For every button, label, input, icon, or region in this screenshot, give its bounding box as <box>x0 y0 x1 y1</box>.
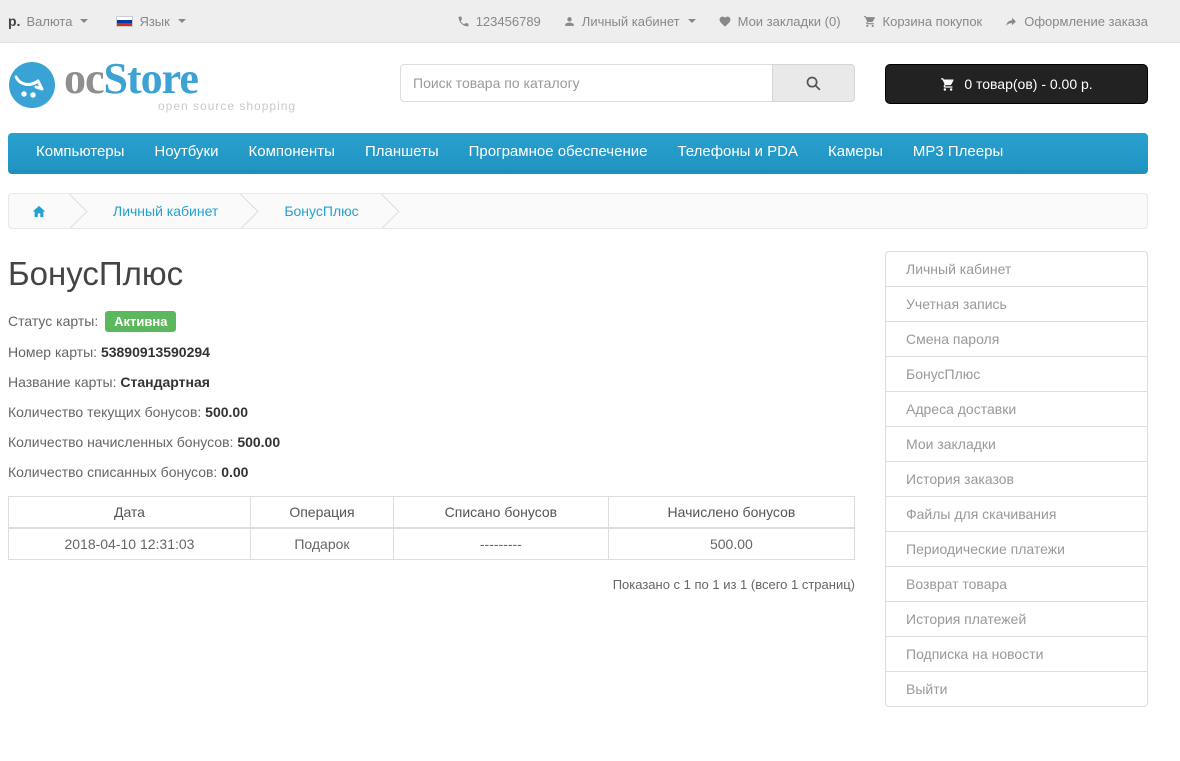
cart-total-label: 0 товар(ов) - 0.00 р. <box>964 76 1092 92</box>
share-arrow-icon <box>1004 15 1018 28</box>
sidebar-item-addresses[interactable]: Адреса доставки <box>885 391 1148 427</box>
card-number-line: Номер карты: 53890913590294 <box>8 342 855 362</box>
russian-flag-icon <box>116 16 133 27</box>
cell-operation: Подарок <box>250 528 393 560</box>
table-header-row: Дата Операция Списано бонусов Начислено … <box>9 497 855 529</box>
main-content: БонусПлюс Статус карты: Активна Номер ка… <box>8 229 855 592</box>
card-name-value: Стандартная <box>120 374 210 390</box>
breadcrumb-account[interactable]: Личный кабинет <box>91 194 240 228</box>
main-menu: Компьютеры Ноутбуки Компоненты Планшеты … <box>0 133 1180 174</box>
logo-text: ocStore <box>64 57 296 101</box>
home-icon <box>31 204 47 219</box>
currency-symbol: р. <box>8 13 20 29</box>
cart-link[interactable]: Корзина покупок <box>863 14 983 29</box>
menu-item-components[interactable]: Компоненты <box>234 133 350 170</box>
pagination-summary: Показано с 1 по 1 из 1 (всего 1 страниц) <box>8 577 855 592</box>
search-button[interactable] <box>772 64 855 102</box>
cart-icon <box>863 15 877 28</box>
menu-item-laptops[interactable]: Ноутбуки <box>139 133 233 170</box>
search-bar <box>400 64 855 102</box>
sidebar-item-password[interactable]: Смена пароля <box>885 321 1148 357</box>
account-dropdown[interactable]: Личный кабинет <box>563 14 696 29</box>
card-name-line: Название карты: Стандартная <box>8 372 855 392</box>
bonus-history-table: Дата Операция Списано бонусов Начислено … <box>8 496 855 560</box>
table-row: 2018-04-10 12:31:03 Подарок --------- 50… <box>9 528 855 560</box>
phone-number: 123456789 <box>457 14 541 29</box>
menu-item-cameras[interactable]: Камеры <box>813 133 898 170</box>
cell-spent: --------- <box>393 528 608 560</box>
col-header-operation: Операция <box>250 497 393 529</box>
sidebar-item-wishlist[interactable]: Мои закладки <box>885 426 1148 462</box>
accrued-bonus-value: 500.00 <box>237 434 280 450</box>
col-header-date: Дата <box>9 497 251 529</box>
cart-total-button[interactable]: 0 товар(ов) - 0.00 р. <box>885 64 1148 104</box>
user-icon <box>563 15 576 28</box>
checkout-link[interactable]: Оформление заказа <box>1004 14 1148 29</box>
sidebar-item-returns[interactable]: Возврат товара <box>885 566 1148 602</box>
sidebar-item-bonusplus[interactable]: БонусПлюс <box>885 356 1148 392</box>
sidebar-item-recurring[interactable]: Периодические платежи <box>885 531 1148 567</box>
heart-icon <box>718 15 732 28</box>
menu-item-computers[interactable]: Компьютеры <box>21 133 139 170</box>
language-dropdown[interactable]: Язык <box>116 14 185 29</box>
spent-bonus-line: Количество списанных бонусов: 0.00 <box>8 462 855 482</box>
accrued-bonus-line: Количество начисленных бонусов: 500.00 <box>8 432 855 452</box>
wishlist-link[interactable]: Мои закладки (0) <box>718 14 841 29</box>
current-bonus-value: 500.00 <box>205 404 248 420</box>
cell-accrued: 500.00 <box>608 528 854 560</box>
cell-date: 2018-04-10 12:31:03 <box>9 528 251 560</box>
menu-item-phones[interactable]: Телефоны и PDA <box>662 133 813 170</box>
breadcrumb: Личный кабинет БонусПлюс <box>8 193 1148 229</box>
search-icon <box>805 75 822 92</box>
currency-dropdown[interactable]: р. Валюта <box>8 13 88 29</box>
top-bar: р. Валюта Язык 123456789 Личный кабинет <box>0 0 1180 43</box>
breadcrumb-separator <box>240 194 262 228</box>
sidebar-item-newsletter[interactable]: Подписка на новости <box>885 636 1148 672</box>
topbar-right: 123456789 Личный кабинет Мои закладки (0… <box>457 14 1148 29</box>
spent-bonus-value: 0.00 <box>221 464 248 480</box>
chevron-down-icon <box>688 19 696 23</box>
breadcrumb-separator <box>381 194 403 228</box>
sidebar-item-logout[interactable]: Выйти <box>885 671 1148 707</box>
chevron-down-icon <box>80 19 88 23</box>
topbar-left: р. Валюта Язык <box>8 13 186 29</box>
store-logo[interactable]: ocStore open source shopping <box>8 57 400 113</box>
menu-item-mp3[interactable]: MP3 Плееры <box>898 133 1018 170</box>
breadcrumb-separator <box>69 194 91 228</box>
status-badge: Активна <box>105 311 176 332</box>
current-bonus-line: Количество текущих бонусов: 500.00 <box>8 402 855 422</box>
chevron-down-icon <box>178 19 186 23</box>
menu-item-software[interactable]: Програмное обеспечение <box>454 133 663 170</box>
logo-tagline: open source shopping <box>158 99 296 113</box>
menu-item-tablets[interactable]: Планшеты <box>350 133 454 170</box>
sidebar-item-downloads[interactable]: Файлы для скачивания <box>885 496 1148 532</box>
col-header-spent: Списано бонусов <box>393 497 608 529</box>
cart-icon <box>940 77 956 92</box>
sidebar-item-account[interactable]: Личный кабинет <box>885 251 1148 287</box>
col-header-accrued: Начислено бонусов <box>608 497 854 529</box>
sidebar-item-transactions[interactable]: История платежей <box>885 601 1148 637</box>
sidebar-item-order-history[interactable]: История заказов <box>885 461 1148 497</box>
page-title: БонусПлюс <box>8 255 855 293</box>
currency-label: Валюта <box>26 14 72 29</box>
sidebar-item-edit-account[interactable]: Учетная запись <box>885 286 1148 322</box>
phone-icon <box>457 15 470 28</box>
account-sidebar: Личный кабинет Учетная запись Смена паро… <box>885 251 1148 707</box>
language-label: Язык <box>139 14 169 29</box>
search-input[interactable] <box>400 64 772 102</box>
card-status-line: Статус карты: Активна <box>8 311 855 332</box>
site-header: ocStore open source shopping 0 товар(ов)… <box>0 43 1180 131</box>
card-number-value: 53890913590294 <box>101 344 210 360</box>
logo-cart-icon <box>8 61 56 109</box>
